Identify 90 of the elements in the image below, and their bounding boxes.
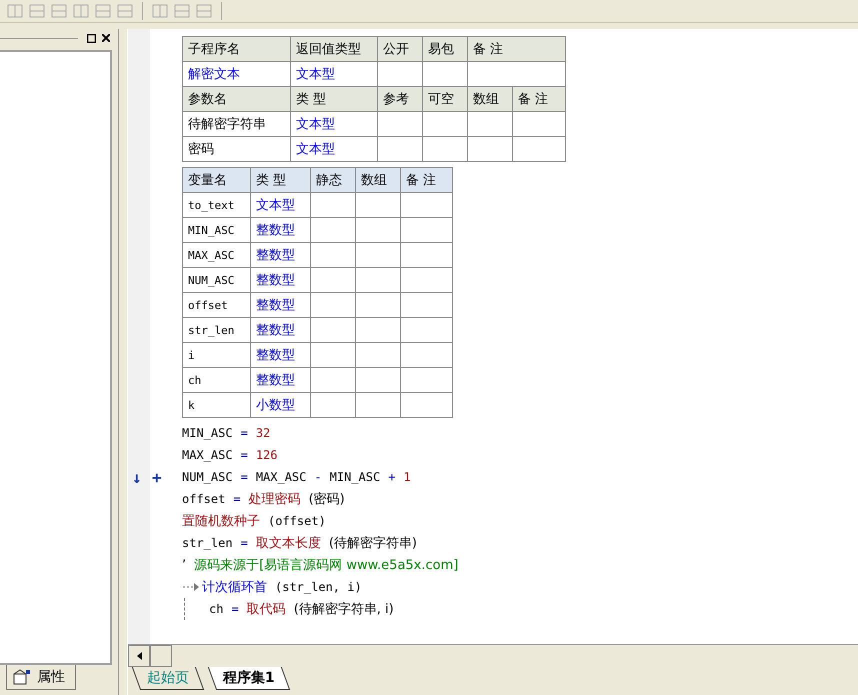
code-operator: = bbox=[233, 492, 241, 506]
document-tab[interactable]: 程序集1 bbox=[208, 667, 290, 690]
table-header: 返回值类型 bbox=[290, 36, 378, 62]
code-token: 取文本长度 bbox=[256, 535, 321, 552]
code-token: (待解密字符串) bbox=[328, 535, 417, 552]
type-cell: 整数型 bbox=[250, 268, 310, 292]
toolbar-align-icon[interactable] bbox=[151, 3, 169, 19]
code-token: 计次循环首 bbox=[202, 579, 267, 596]
type-cell: 整数型 bbox=[250, 292, 310, 318]
table-header: 易包 bbox=[422, 36, 468, 62]
code-token: MIN_ASC bbox=[330, 470, 380, 484]
code-token: 1 bbox=[403, 470, 411, 484]
maximize-icon[interactable] bbox=[85, 32, 97, 44]
code-token: (待解密字符串, i) bbox=[294, 601, 394, 618]
properties-tab[interactable]: 属性 bbox=[6, 665, 76, 690]
type-cell: 整数型 bbox=[250, 242, 310, 268]
left-arrow-icon bbox=[136, 652, 142, 660]
toolbar-align-icon[interactable] bbox=[94, 3, 112, 19]
expand-plus[interactable]: + bbox=[152, 468, 162, 486]
code-token: 32 bbox=[256, 426, 270, 440]
type-cell: 整数型 bbox=[250, 318, 310, 342]
code-operator: = bbox=[240, 536, 248, 550]
code-operator: - bbox=[314, 470, 322, 484]
close-icon[interactable] bbox=[100, 32, 112, 44]
table-header: 类 型 bbox=[250, 168, 310, 192]
variable-name: MAX_ASC bbox=[182, 242, 250, 268]
toolbar-align-icon[interactable] bbox=[6, 3, 24, 19]
code-token: ch bbox=[209, 602, 224, 616]
toolbar-align-icon[interactable] bbox=[173, 3, 191, 19]
variable-name: MIN_ASC bbox=[182, 218, 250, 242]
variable-name: i bbox=[182, 342, 250, 368]
code-operator: = bbox=[240, 426, 248, 440]
code-token: MIN_ASC bbox=[182, 426, 233, 440]
code-token: str_len bbox=[182, 536, 233, 550]
code-comment: 源码来源于[易语言源码网 www.e5a5x.com] bbox=[194, 557, 458, 574]
code-operator: = bbox=[240, 448, 248, 462]
toolbar-align-icon[interactable] bbox=[28, 3, 46, 19]
code-token: ’ bbox=[182, 558, 186, 572]
code-token: 置随机数种子 bbox=[182, 513, 260, 530]
code-token: (offset) bbox=[268, 514, 326, 528]
document-tab[interactable]: 起始页 bbox=[132, 667, 204, 690]
code-operator: = bbox=[231, 602, 239, 616]
table-header: 公开 bbox=[378, 36, 422, 62]
table-header: 变量名 bbox=[182, 168, 250, 192]
type-cell: 整数型 bbox=[250, 218, 310, 242]
code-token: NUM_ASC bbox=[182, 470, 233, 484]
code-operator: + bbox=[388, 470, 396, 484]
variable-name: to_text bbox=[182, 192, 250, 218]
variable-name: ch bbox=[182, 368, 250, 392]
toolbar-align-icon[interactable] bbox=[50, 3, 68, 19]
code-token: 126 bbox=[256, 448, 278, 462]
code-token: (str_len, i) bbox=[275, 580, 362, 594]
loop-arrow-icon bbox=[182, 582, 200, 592]
properties-icon bbox=[13, 669, 31, 685]
table-header: 类 型 bbox=[290, 86, 378, 112]
variable-name: str_len bbox=[182, 318, 250, 342]
code-token: 取代码 bbox=[246, 601, 286, 618]
table-header: 备 注 bbox=[400, 168, 452, 192]
table-header: 数组 bbox=[468, 86, 512, 112]
type-cell: 小数型 bbox=[250, 392, 310, 418]
table-header: 备 注 bbox=[512, 86, 566, 112]
variable-name: offset bbox=[182, 292, 250, 318]
code-token: (密码) bbox=[308, 491, 345, 508]
type-cell: 文本型 bbox=[250, 192, 310, 218]
toolbar-align-icon[interactable] bbox=[116, 3, 134, 19]
code-token: offset bbox=[182, 492, 226, 506]
scroll-thumb[interactable] bbox=[150, 645, 172, 667]
table-header: 参考 bbox=[378, 86, 422, 112]
type-cell: 整数型 bbox=[250, 368, 310, 392]
type-cell: 文本型 bbox=[290, 112, 378, 136]
table-header: 子程序名 bbox=[182, 36, 290, 62]
code-operator: = bbox=[240, 470, 248, 484]
scroll-left-button[interactable] bbox=[128, 645, 150, 667]
toolbar-align-icon[interactable] bbox=[72, 3, 90, 19]
table-header: 数组 bbox=[356, 168, 400, 192]
table-header: 备 注 bbox=[468, 36, 566, 62]
code-token: MAX_ASC bbox=[256, 470, 306, 484]
parameter-name: 待解密字符串 bbox=[182, 112, 290, 136]
table-header: 参数名 bbox=[182, 86, 290, 112]
type-cell: 文本型 bbox=[290, 136, 378, 162]
breakpoint-arrow: ↓ bbox=[132, 468, 142, 486]
parameter-name: 密码 bbox=[182, 136, 290, 162]
type-cell: 整数型 bbox=[250, 342, 310, 368]
variable-name: k bbox=[182, 392, 250, 418]
code-token: MAX_ASC bbox=[182, 448, 233, 462]
table-header: 静态 bbox=[310, 168, 356, 192]
variable-name: NUM_ASC bbox=[182, 268, 250, 292]
table-header: 可空 bbox=[422, 86, 468, 112]
code-token: 处理密码 bbox=[248, 491, 301, 508]
toolbar-align-icon[interactable] bbox=[195, 3, 213, 19]
